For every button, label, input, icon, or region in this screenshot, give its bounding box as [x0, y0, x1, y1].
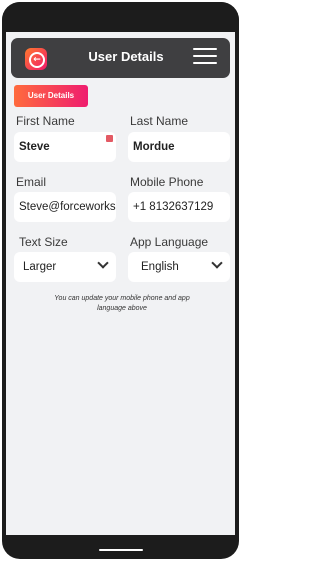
- app-language-value: English: [141, 261, 179, 273]
- hint-text: You can update your mobile phone and app…: [54, 295, 190, 312]
- text-size-select[interactable]: Larger: [14, 252, 116, 282]
- last-name-value: Mordue: [133, 141, 175, 153]
- chevron-down-icon: [211, 257, 223, 269]
- text-size-label: Text Size: [19, 235, 68, 249]
- status-bar: [2, 2, 239, 32]
- first-name-field[interactable]: Steve: [14, 132, 116, 162]
- first-name-value: Steve: [19, 141, 50, 153]
- app-screen: ← User Details User Details First Name S…: [6, 32, 235, 535]
- home-indicator[interactable]: [99, 549, 143, 551]
- last-name-label: Last Name: [130, 114, 189, 128]
- mobile-phone-field[interactable]: +1 8132637129: [128, 192, 230, 222]
- mobile-phone-value: +1 8132637129: [133, 201, 214, 213]
- email-label: Email: [16, 175, 47, 189]
- chevron-down-icon: [97, 257, 109, 269]
- page-title: User Details: [88, 49, 164, 64]
- hamburger-menu-icon[interactable]: [193, 48, 217, 66]
- back-button[interactable]: ←: [25, 48, 47, 70]
- app-header: ← User Details: [11, 38, 230, 78]
- section-tab-user-details[interactable]: User Details: [14, 85, 88, 107]
- email-field[interactable]: Steve@forceworks: [14, 192, 116, 222]
- app-language-select[interactable]: English: [128, 252, 230, 282]
- mobile-phone-label: Mobile Phone: [130, 175, 204, 189]
- text-size-value: Larger: [23, 261, 57, 273]
- phone-frame: ← User Details User Details First Name S…: [2, 2, 239, 559]
- email-value: Steve@forceworks: [19, 201, 116, 213]
- last-name-field[interactable]: Mordue: [128, 132, 230, 162]
- first-name-label: First Name: [16, 114, 75, 128]
- app-language-label: App Language: [130, 235, 209, 249]
- back-arrow-icon: ←: [29, 52, 45, 68]
- required-indicator-icon: [106, 135, 113, 142]
